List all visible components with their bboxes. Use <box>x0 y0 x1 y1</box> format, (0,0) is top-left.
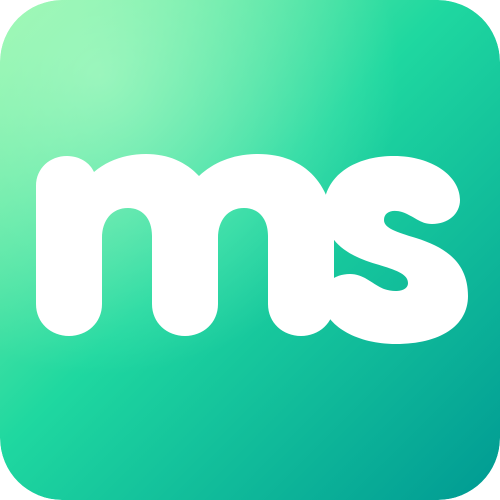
ms-logo-wordmark <box>36 154 468 344</box>
letter-s-glyph <box>322 156 468 344</box>
app-icon[interactable] <box>0 0 500 500</box>
letter-m-glyph <box>36 154 334 336</box>
